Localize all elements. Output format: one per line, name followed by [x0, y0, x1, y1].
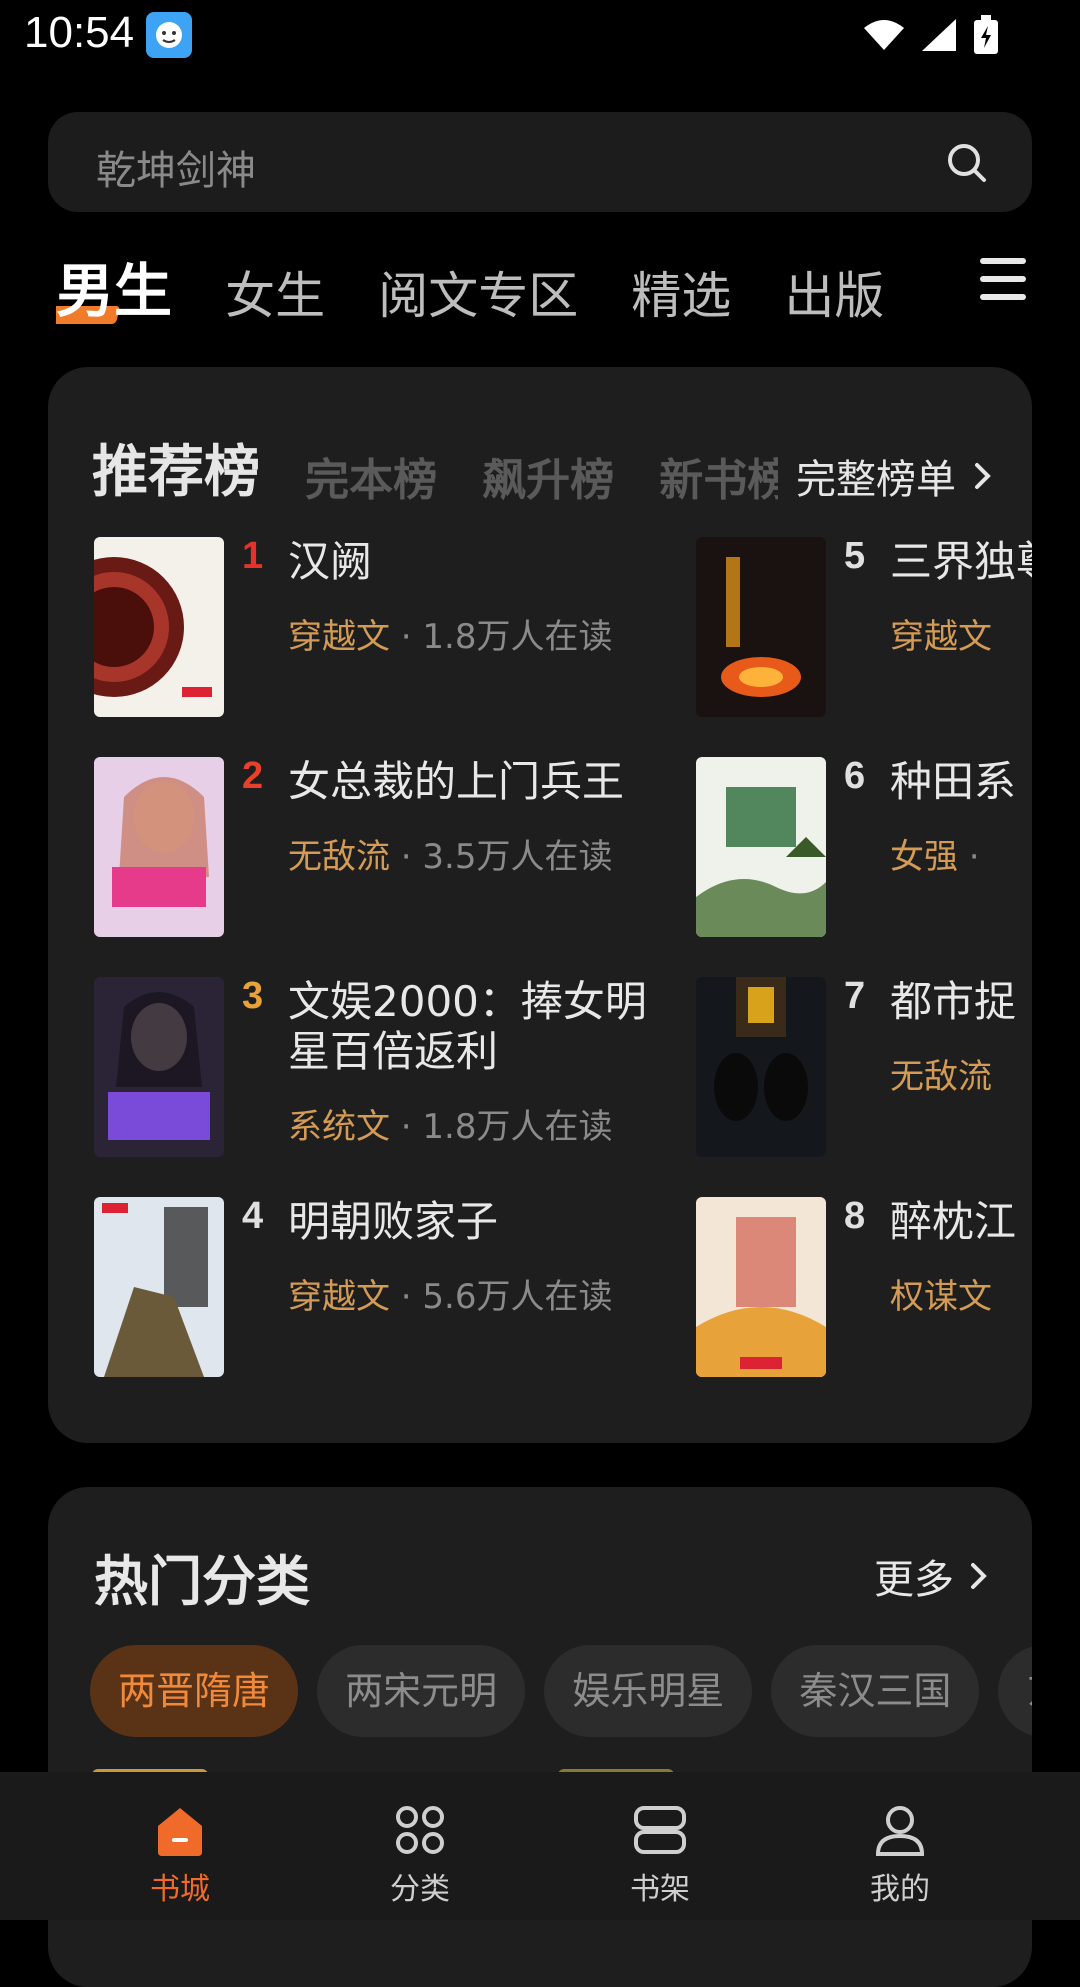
chip-category[interactable]: 两晋隋唐: [90, 1645, 299, 1737]
nav-bookshelf[interactable]: 书架: [580, 1772, 740, 1920]
search-placeholder[interactable]: 乾坤剑神: [96, 138, 256, 196]
book-cover[interactable]: [696, 1197, 826, 1377]
category-icon: [396, 1806, 444, 1854]
tab-yuewen[interactable]: 阅文专区: [378, 256, 578, 324]
book-item[interactable]: 5 三界独尊 穿越文: [696, 535, 1032, 717]
book-meta: 无敌流 · 3.5万人在读: [288, 829, 613, 878]
rank-number: 4: [242, 1195, 264, 1237]
book-meta: 权谋文: [890, 1269, 992, 1318]
book-item[interactable]: 6 种田系 女强 ·: [696, 755, 1032, 937]
book-item[interactable]: 2 女总裁的上门兵王 无敌流 · 3.5万人在读: [94, 755, 654, 937]
nav-label: 书架: [630, 1872, 690, 1907]
chip-category[interactable]: 娱乐明星: [544, 1645, 753, 1737]
book-title: 都市捉: [890, 977, 1017, 1026]
nav-category[interactable]: 分类: [340, 1772, 500, 1920]
book-meta: 无敌流: [890, 1049, 992, 1098]
rank-number: 7: [844, 975, 866, 1017]
book-item[interactable]: 7 都市捉 无敌流: [696, 975, 1032, 1157]
nav-profile[interactable]: 我的: [820, 1772, 980, 1920]
category-chips: 两晋隋唐 两宋元明 娱乐明星 秦汉三国 东: [90, 1645, 1032, 1737]
book-list: 1 汉阙 穿越文 · 1.8万人在读 2 女总裁的上门兵王 无敌流 · 3.5万…: [48, 367, 1032, 1443]
nav-label: 分类: [390, 1872, 450, 1907]
book-cover[interactable]: [94, 977, 224, 1157]
book-genre: 穿越文: [288, 617, 390, 657]
book-item[interactable]: 3 文娱2000：捧女明星百倍返利 系统文 · 1.8万人在读: [94, 975, 654, 1157]
rank-number: 2: [242, 755, 264, 797]
bookshelf-icon: [634, 1806, 686, 1854]
wifi-icon: [862, 18, 906, 56]
book-item[interactable]: 8 醉枕江 权谋文: [696, 1195, 1032, 1377]
rank-number: 8: [844, 1195, 866, 1237]
section-title: 热门分类: [94, 1550, 310, 1613]
status-bar: 10:54: [0, 0, 1080, 72]
menu-icon[interactable]: [978, 256, 1028, 306]
status-time: 10:54: [24, 8, 135, 57]
book-title: 三界独尊: [890, 537, 1032, 586]
book-genre: 穿越文: [288, 1277, 390, 1317]
chip-category[interactable]: 秦汉三国: [771, 1645, 980, 1737]
book-readers: · 5.6万人在读: [390, 1277, 613, 1317]
book-cover[interactable]: [94, 757, 224, 937]
tab-female[interactable]: 女生: [225, 256, 325, 324]
bottom-nav: 书城 分类 书架 我的: [0, 1772, 1080, 1920]
book-genre: 无敌流: [288, 837, 390, 877]
book-genre: 女强: [890, 837, 958, 877]
chip-category[interactable]: 两宋元明: [317, 1645, 526, 1737]
book-meta: 女强 ·: [890, 829, 980, 878]
book-title: 种田系: [890, 757, 1017, 806]
tab-featured[interactable]: 精选: [631, 256, 731, 324]
book-meta: 系统文 · 1.8万人在读: [288, 1099, 613, 1148]
book-meta: 穿越文 · 1.8万人在读: [288, 609, 613, 658]
book-meta: 穿越文 · 5.6万人在读: [288, 1269, 613, 1318]
book-item[interactable]: 1 汉阙 穿越文 · 1.8万人在读: [94, 535, 654, 717]
book-title: 文娱2000：捧女明星百倍返利: [288, 977, 647, 1076]
book-title: 汉阙: [288, 537, 373, 586]
nav-label: 书城: [150, 1872, 210, 1907]
more-label: 更多: [874, 1557, 954, 1603]
rank-number: 5: [844, 535, 866, 577]
book-cover[interactable]: [696, 537, 826, 717]
book-genre: 权谋文: [890, 1277, 992, 1317]
book-readers: · 1.8万人在读: [390, 617, 613, 657]
book-cover[interactable]: [94, 1197, 224, 1377]
nav-bookstore[interactable]: 书城: [100, 1772, 260, 1920]
book-cover[interactable]: [696, 977, 826, 1157]
home-icon: [158, 1808, 202, 1856]
rank-number: 1: [242, 535, 264, 577]
nav-label: 我的: [870, 1872, 930, 1907]
book-title: 明朝败家子: [288, 1197, 499, 1246]
tab-publish[interactable]: 出版: [784, 256, 884, 324]
book-cover[interactable]: [94, 537, 224, 717]
more-link[interactable]: 更多: [874, 1547, 988, 1605]
book-genre: 无敌流: [890, 1057, 992, 1097]
book-genre: 系统文: [288, 1107, 390, 1147]
ranking-card: 推荐榜 完本榜 飙升榜 新书榜 完整榜单 1 汉阙 穿越文 · 1.8万人在读 …: [48, 367, 1032, 1443]
search-icon[interactable]: [946, 142, 988, 188]
search-bar[interactable]: 乾坤剑神: [48, 112, 1032, 212]
book-meta: 穿越文: [890, 609, 992, 658]
profile-icon: [875, 1806, 925, 1856]
signal-icon: [920, 17, 958, 57]
book-genre: 穿越文: [890, 617, 992, 657]
book-title: 醉枕江: [890, 1197, 1017, 1246]
book-readers: ·: [958, 837, 980, 877]
chip-category[interactable]: 东: [998, 1645, 1032, 1737]
book-title: 女总裁的上门兵王: [288, 757, 625, 806]
channel-tabs: 男生 女生 阅文专区 精选 出版 听: [56, 244, 936, 324]
book-item[interactable]: 4 明朝败家子 穿越文 · 5.6万人在读: [94, 1195, 654, 1377]
book-cover[interactable]: [696, 757, 826, 937]
book-readers: · 3.5万人在读: [390, 837, 613, 877]
app-notification-icon: [146, 12, 192, 58]
rank-number: 6: [844, 755, 866, 797]
chevron-right-icon: [971, 1563, 987, 1589]
book-readers: · 1.8万人在读: [390, 1107, 613, 1147]
rank-number: 3: [242, 975, 264, 1017]
tab-male[interactable]: 男生: [56, 244, 172, 324]
battery-icon: [972, 14, 1000, 60]
